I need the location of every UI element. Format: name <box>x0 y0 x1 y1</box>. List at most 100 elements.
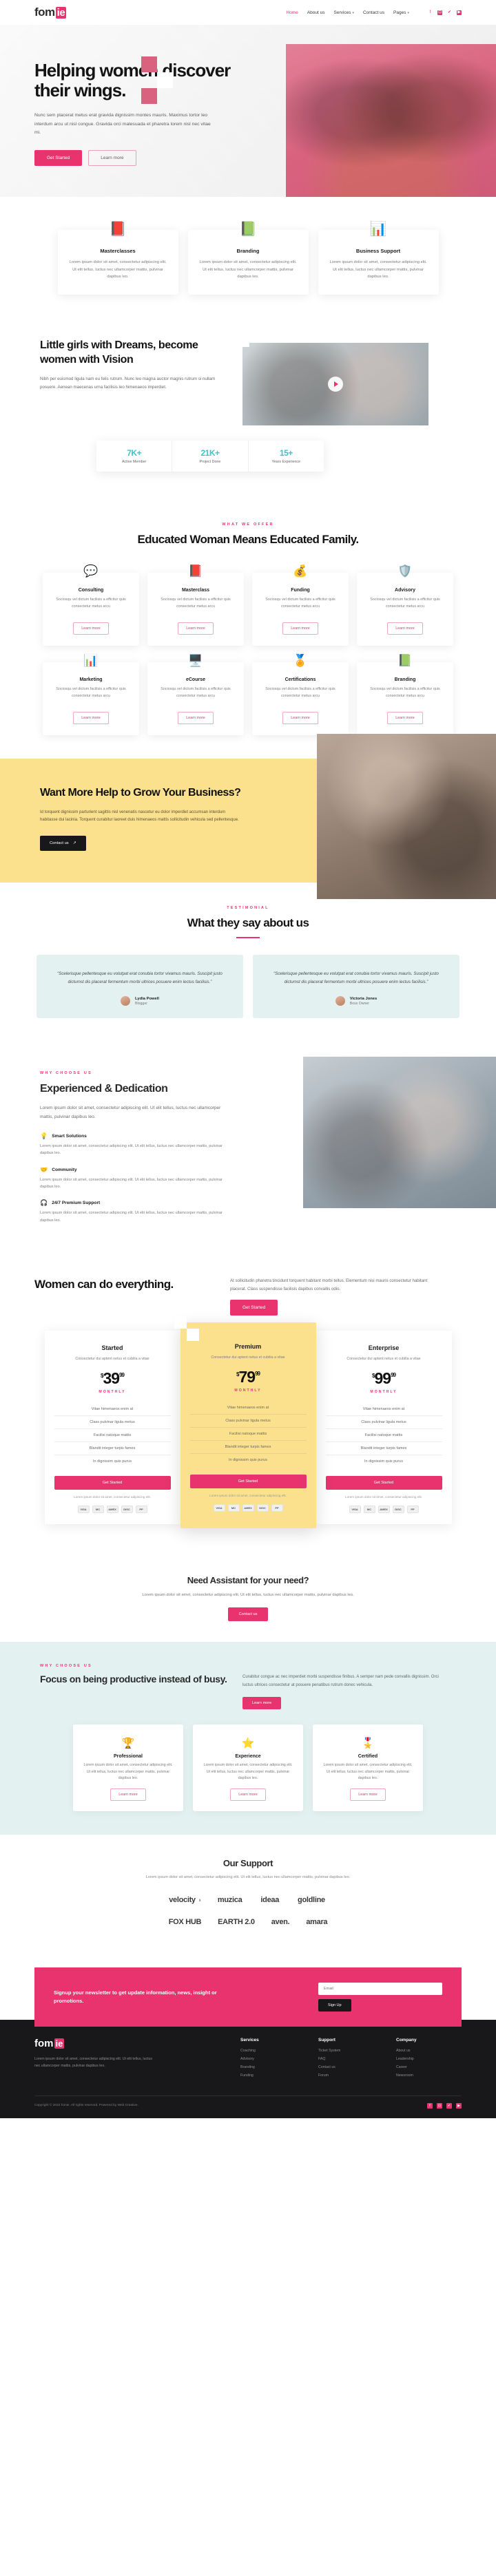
service-learn-more-button[interactable]: Learn more <box>73 712 109 725</box>
twitter-icon[interactable]: ✔ <box>446 2102 452 2109</box>
pricing-cta-button[interactable]: Get Started <box>230 1300 278 1316</box>
plan-get-started-button[interactable]: Get Started <box>54 1476 171 1490</box>
nav-item-services[interactable]: Services ▾ <box>334 10 354 15</box>
payment-card-icon: VISA <box>349 1505 361 1513</box>
partner-logo: ideaa <box>260 1895 280 1904</box>
experience-items: 💡 Smart Solutions Lorem ipsum dolor sit … <box>40 1132 234 1224</box>
productive-card-button[interactable]: Learn more <box>230 1788 266 1801</box>
service-learn-more-button[interactable]: Learn more <box>282 622 318 635</box>
service-title: Certifications <box>285 677 316 683</box>
experience-item-title: 24/7 Premium Support <box>52 1201 101 1206</box>
service-card: 📗 Branding Sociosqu vel dictum facilisis… <box>357 654 453 736</box>
footer-logo[interactable]: fom ie <box>34 2038 172 2049</box>
twitter-icon[interactable]: ✔ <box>447 10 452 15</box>
footer-link[interactable]: FAQ <box>318 2057 384 2061</box>
facebook-icon[interactable]: f <box>428 10 433 15</box>
hero-description: Nunc sem placerat metus erat gravida dig… <box>34 113 211 136</box>
service-learn-more-button[interactable]: Learn more <box>73 622 109 635</box>
partner-logo: FOX HUB <box>168 1917 202 1926</box>
feature-card-row: 📕 Masterclasses Lorem ipsum dolor sit am… <box>34 220 462 295</box>
productive-eyebrow: WHY CHOOSE US <box>40 1664 92 1669</box>
experience-title: Experienced & Dedication <box>40 1083 168 1095</box>
stats-bar: 7K+ Active Member 21K+ Project Done 15+ … <box>96 441 324 472</box>
plan-feature: Class pulvinar ligula metus <box>325 1416 442 1430</box>
plan-feature: In dignissim quis purus <box>93 1459 132 1464</box>
service-learn-more-button[interactable]: Learn more <box>282 712 318 725</box>
footer-link[interactable]: Career <box>396 2065 462 2069</box>
footer-link[interactable]: Funding <box>240 2073 306 2078</box>
productive-card-icon: 🎖️ <box>361 1738 375 1749</box>
footer-link[interactable]: Forum <box>318 2073 384 2078</box>
hero-title: Helping women discover their wings. <box>34 60 231 101</box>
nav-item-home[interactable]: Home <box>287 10 298 15</box>
plan-price: $3999 <box>101 1369 125 1388</box>
productive-copy: WHY CHOOSE US Focus on being productive … <box>34 1664 227 1685</box>
footer-link[interactable]: Coaching <box>240 2049 306 2053</box>
service-learn-more-button[interactable]: Learn more <box>387 622 423 635</box>
footer-link[interactable]: Newsroom <box>396 2073 462 2078</box>
payment-card-icon: MC <box>363 1505 375 1513</box>
chevron-down-icon: ▾ <box>352 10 354 15</box>
footer-link[interactable]: Advisory <box>240 2057 306 2061</box>
productive-card-icon: ⭐ <box>241 1738 255 1749</box>
productive-card-button[interactable]: Learn more <box>350 1788 386 1801</box>
instagram-icon[interactable]: ⊡ <box>437 10 442 15</box>
plan-feature: In dignissim quis purus <box>229 1458 267 1463</box>
service-icon: 📕 <box>188 564 203 578</box>
plan-period: MONTHLY <box>370 1390 397 1395</box>
plan-get-started-button[interactable]: Get Started <box>325 1476 442 1490</box>
productive-card-button[interactable]: Learn more <box>110 1788 146 1801</box>
youtube-icon[interactable]: ▶ <box>456 2102 462 2109</box>
payment-card-icon: DISC <box>121 1505 133 1513</box>
newsletter-banner: Signup your newsletter to get update inf… <box>34 1967 462 2027</box>
logo-row-1: velocity ◑ muzica ideaa goldline <box>0 1896 496 1904</box>
service-icon: 🛡️ <box>397 564 413 578</box>
assistant-contact-button[interactable]: Contact us <box>227 1607 269 1622</box>
footer-link[interactable]: Branding <box>240 2065 306 2069</box>
footer-link[interactable]: About us <box>396 2049 462 2053</box>
nav-item-pages[interactable]: Pages ▾ <box>393 10 409 15</box>
support-title: Our Support <box>223 1857 273 1868</box>
nav-item-about-us[interactable]: About us <box>307 10 325 15</box>
nav-item-contact-us[interactable]: Contact us <box>363 10 384 15</box>
pricing-plan: Enterprise Consectetur dui aptent netus … <box>316 1331 452 1524</box>
service-learn-more-button[interactable]: Learn more <box>178 622 214 635</box>
facebook-icon[interactable]: f <box>427 2102 433 2109</box>
footer-social: f ⊡ ✔ ▶ <box>427 2102 462 2109</box>
plan-feature: Class pulvinar ligula metus <box>189 1415 307 1428</box>
footer-column-title: Services <box>240 2037 259 2042</box>
plan-subtitle: Consectetur dui aptent netus et cubilia … <box>211 1355 285 1360</box>
productive-learn-more-button[interactable]: Learn more <box>242 1697 282 1709</box>
newsletter-signup-button[interactable]: Sign Up <box>318 1998 351 2012</box>
services-header: WHAT WE OFFER Educated Woman Means Educa… <box>34 522 462 547</box>
plan-feature: Blandit integer turpis fames <box>325 1442 442 1456</box>
cta-section: Want More Help to Grow Your Business? Id… <box>0 734 496 900</box>
learn-more-button[interactable]: Learn more <box>88 149 136 166</box>
dreams-video[interactable] <box>242 343 428 426</box>
service-learn-more-button[interactable]: Learn more <box>387 712 423 725</box>
newsletter-email-input[interactable] <box>318 1982 442 1995</box>
footer-link[interactable]: Ticket System <box>318 2049 384 2053</box>
service-description: Sociosqu vel dictum facilisis a efficitu… <box>370 687 440 699</box>
plan-period: MONTHLY <box>99 1390 126 1395</box>
support-description: Lorem ipsum dolor sit amet, consectetur … <box>145 1875 351 1879</box>
logo[interactable]: fom ie <box>34 6 67 19</box>
testimonial-role: Boss Owner <box>349 1001 369 1006</box>
service-description: Sociosqu vel dictum facilisis a efficitu… <box>265 598 335 609</box>
instagram-icon[interactable]: ⊡ <box>437 2102 442 2109</box>
cta-contact-button[interactable]: Contact us ↗ <box>40 835 86 851</box>
experience-item-description: Lorem ipsum dolor sit amet, consectetur … <box>40 1177 223 1189</box>
play-icon[interactable] <box>328 377 343 392</box>
get-started-button[interactable]: Get Started <box>34 149 83 166</box>
footer-bottom: Copyright © 2022 fomie. All rights reser… <box>34 2095 462 2118</box>
logo-row-2: FOX HUB EARTH 2.0 aven. amara <box>0 1918 496 1926</box>
pricing-plans: Started Consectetur dui aptent netus et … <box>34 1316 462 1528</box>
plan-feature: In dignissim quis purus <box>364 1459 403 1464</box>
service-learn-more-button[interactable]: Learn more <box>178 712 214 725</box>
plan-get-started-button[interactable]: Get Started <box>189 1475 307 1489</box>
footer-link[interactable]: Leadership <box>396 2057 462 2061</box>
stat-value: 21K+ <box>200 448 220 458</box>
productive-card-description: Lorem ipsum dolor sit amet, consectetur … <box>203 1763 293 1781</box>
youtube-icon[interactable]: ▶ <box>457 10 462 15</box>
footer-link[interactable]: Contact us <box>318 2065 384 2069</box>
